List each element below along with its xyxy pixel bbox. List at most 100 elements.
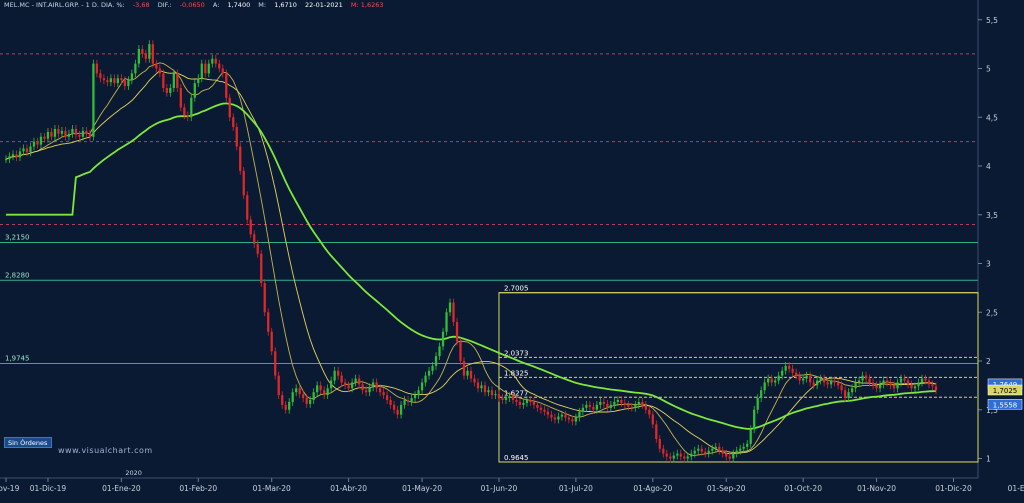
candle-body [889,382,892,386]
candle-body [735,450,738,454]
sin-ordenes-button[interactable]: Sin Órdenes [4,437,52,448]
price-tag [987,399,1023,410]
candle-body [644,404,647,410]
candle-body [340,375,343,383]
candle-body [253,234,256,244]
candle-body [623,402,626,405]
candle-body [137,49,140,64]
candle-body [179,88,182,108]
candle-body [578,411,581,418]
candle-body [169,88,172,93]
candle-body [256,244,259,254]
high-value: 1,6710 [274,1,297,9]
candle-body [690,453,693,457]
candle-body [274,351,277,376]
x-tick-label: 01-Abr-20 [330,484,367,493]
candle-body [466,370,469,376]
x-tick-label: 01-May-20 [402,484,442,493]
candle-body [609,404,612,408]
candle-body [242,170,245,196]
candle-body [22,148,25,152]
fibonacci-label: 2.7005 [504,285,529,293]
moving-average-line [6,102,937,430]
candle-body [25,148,29,153]
candle-body [798,375,801,381]
x-tick-label: 01-Dic-20 [935,484,972,493]
candle-body [648,409,651,415]
candle-body [861,375,864,381]
candle-body [843,390,847,399]
change-abs: -0,0650 [179,1,205,9]
candle-body [312,392,315,400]
candle-body [927,380,931,385]
candle-body [361,384,364,391]
horizontal-level-label: 2,8280 [5,271,30,279]
candle-body [522,402,525,405]
symbol-label: MEL.MC - INT.AIRL.GRP. - 1 D. DIA. %: [4,1,125,9]
x-tick-label: 01-Ago-20 [633,484,672,493]
candle-body [753,409,756,430]
candle-body [81,130,85,137]
candle-body [18,151,22,158]
candle-body [228,97,231,118]
candle-body [67,133,71,137]
candle-body [742,446,745,449]
candle-body [560,414,564,417]
candle-body [840,385,843,391]
candle-body [218,63,221,69]
candle-body [357,378,361,385]
candle-body [270,331,273,352]
candle-body [246,195,249,220]
candle-body [770,378,773,383]
candle-body [385,395,389,400]
candle-body [627,404,630,407]
candle-body [368,387,371,393]
candle-body [854,382,857,389]
x-tick-label: 01-Jul-20 [559,484,593,493]
candle-body [910,384,913,389]
candle-body [277,375,280,396]
candle-body [200,63,203,79]
candle-body [616,400,619,402]
candle-body [46,131,50,139]
change-pct: -3,68 [132,1,150,9]
candle-body [71,128,74,134]
candle-body [714,446,717,449]
candle-body [917,382,920,387]
price-chart[interactable]: 5,5 5 4,5 4 3,5 3 2,5 2 1,5 1 Nov-19 01-Dic-19 01-En… [0,0,1024,503]
candle-body [599,401,602,405]
candle-body [882,380,885,385]
candle-body [235,127,238,147]
candle-body [343,382,347,386]
candle-body [913,386,917,389]
candle-body [151,44,154,64]
candle-body [239,146,242,171]
candle-body [64,130,67,137]
candle-body [260,253,263,283]
candle-body [462,361,466,376]
candle-body [319,385,322,391]
y-tick-label: 4,5 [986,113,998,122]
candle-body [190,97,193,118]
candle-body [445,312,448,332]
candle-body [302,394,305,399]
candle-body [267,312,270,332]
extra-value: M: 1,6263 [350,1,384,9]
candle-body [50,131,53,137]
candle-body [43,136,46,139]
fibonacci-label: 0.9645 [504,454,529,462]
candle-body [214,58,217,64]
candle-body [504,398,508,400]
candle-body [130,73,134,81]
price-tag-label: 1,7649 [993,381,1018,389]
candle-body [777,375,780,381]
fibonacci-box [498,292,979,463]
candle-body [581,407,585,412]
candle-body [574,417,578,422]
candle-body [476,382,480,389]
candle-body [875,385,878,389]
candle-body [857,380,861,383]
candle-body [704,451,707,454]
candle-body [606,403,609,408]
watermark: www.visualchart.com [58,446,153,455]
